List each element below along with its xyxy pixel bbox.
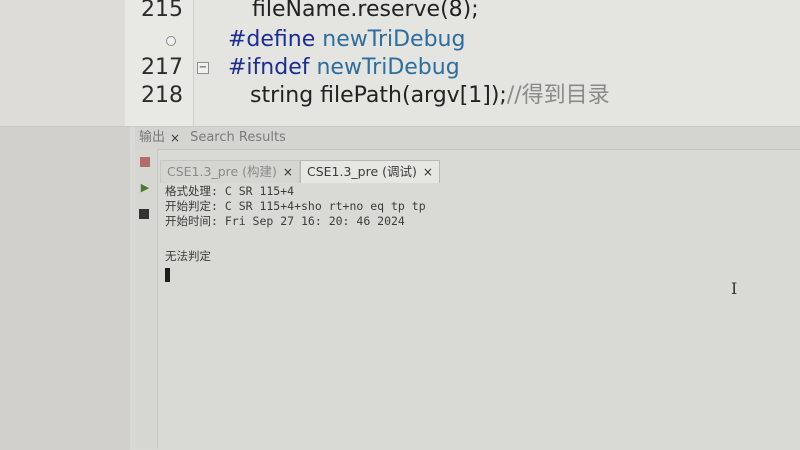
- code-line: #define newTriDebug: [228, 26, 465, 54]
- code-token: #ifndef: [228, 55, 317, 80]
- clear-icon[interactable]: [139, 209, 149, 219]
- line-number: 217: [141, 55, 183, 80]
- code-editor[interactable]: 215 217 218 − fileName.reserve(8); #defi…: [0, 0, 800, 127]
- code-token: newTriDebug: [316, 55, 460, 80]
- line-number: 215: [141, 0, 183, 22]
- output-panel: 输出 × Search Results ▶ CSE1.3_pre (构建) × …: [0, 127, 800, 450]
- tab-output[interactable]: 输出 ×: [135, 127, 186, 149]
- panel-tab-bar: 输出 × Search Results: [135, 127, 800, 150]
- line-number: 218: [141, 83, 183, 108]
- code-line: fileName.reserve(8);: [252, 0, 479, 24]
- tab-label: 输出: [139, 130, 166, 145]
- stop-icon[interactable]: [140, 157, 150, 167]
- subtab-label: CSE1.3_pre (构建): [167, 164, 277, 179]
- panel-left-margin: [0, 127, 130, 450]
- console-output[interactable]: 格式处理: C SR 115+4 开始判定: C SR 115+4+sho rt…: [165, 184, 785, 282]
- code-line: string filePath(argv[1]);//得到目录: [250, 82, 610, 110]
- output-subtab-bar: CSE1.3_pre (构建) × CSE1.3_pre (调试) ×: [160, 159, 440, 183]
- console-line: 开始时间: Fri Sep 27 16: 20: 46 2024: [165, 214, 405, 228]
- bookmark-dot-icon[interactable]: [166, 36, 176, 46]
- screen: 215 217 218 − fileName.reserve(8); #defi…: [0, 0, 800, 450]
- subtab-label: CSE1.3_pre (调试): [306, 164, 417, 179]
- console-line: 无法判定: [165, 249, 211, 263]
- code-token: fileName.reserve(8);: [252, 0, 479, 22]
- code-token: //得到目录: [506, 83, 610, 108]
- console-caret-line: [165, 264, 785, 282]
- console-caret: [165, 268, 170, 282]
- code-area[interactable]: fileName.reserve(8); #define newTriDebug…: [212, 0, 800, 126]
- line-number-gutter: 215 217 218: [125, 0, 194, 126]
- tab-search-results[interactable]: Search Results: [186, 127, 292, 149]
- run-icon[interactable]: ▶: [139, 182, 151, 194]
- fold-gutter: −: [194, 0, 212, 126]
- code-token: #define: [228, 27, 323, 52]
- close-icon[interactable]: ×: [423, 161, 433, 183]
- editor-left-margin: [0, 0, 125, 126]
- minus-box-icon[interactable]: −: [197, 62, 209, 74]
- tab-label: Search Results: [190, 130, 286, 145]
- panel-toolbar: ▶: [135, 149, 158, 449]
- code-token: string filePath(argv[1]);: [250, 83, 507, 108]
- console-line: 格式处理: C SR 115+4: [165, 184, 295, 198]
- close-icon[interactable]: ×: [283, 161, 293, 183]
- mouse-ibeam-icon: I: [731, 279, 738, 298]
- console-line: 开始判定: C SR 115+4+sho rt+no eq tp tp: [165, 199, 426, 213]
- code-token: newTriDebug: [322, 27, 466, 52]
- subtab-debug[interactable]: CSE1.3_pre (调试) ×: [299, 160, 440, 183]
- close-icon[interactable]: ×: [170, 127, 180, 149]
- code-line: #ifndef newTriDebug: [228, 54, 460, 82]
- subtab-build[interactable]: CSE1.3_pre (构建) ×: [160, 160, 300, 183]
